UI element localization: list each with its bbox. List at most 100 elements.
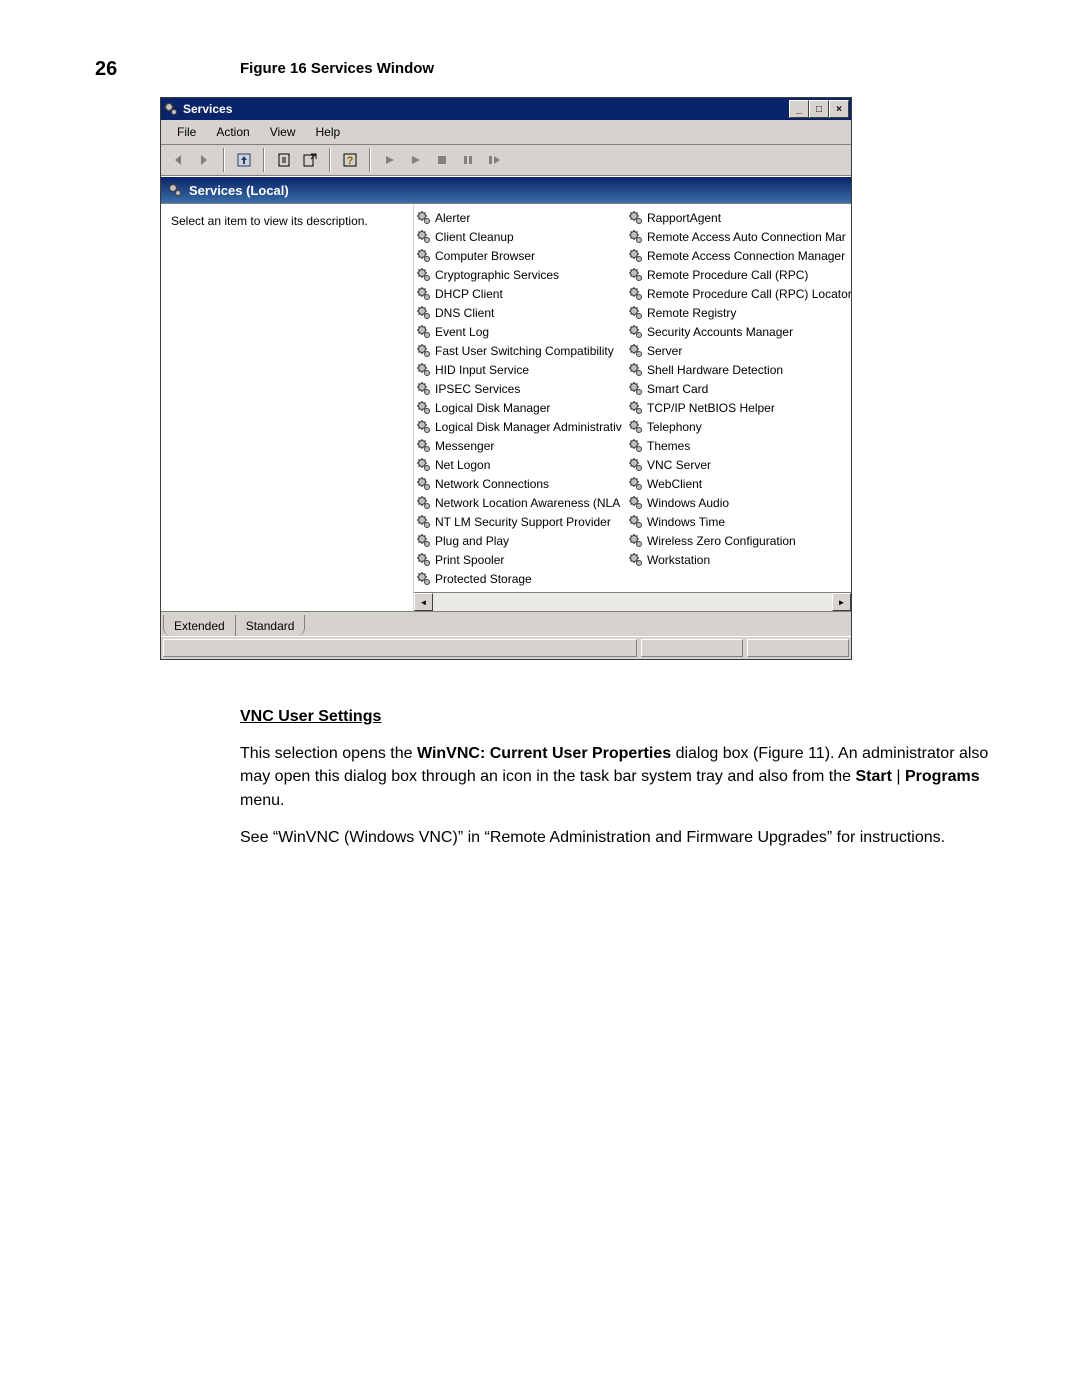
service-item[interactable]: Themes (628, 436, 838, 455)
help-icon[interactable]: ? (339, 149, 361, 171)
service-name: Logical Disk Manager Administrativ (435, 420, 622, 434)
service-name: IPSEC Services (435, 382, 520, 396)
description-pane: Select an item to view its description. (161, 204, 414, 611)
service-item[interactable]: WebClient (628, 474, 838, 493)
service-item[interactable]: Computer Browser (416, 246, 626, 265)
service-item[interactable]: RapportAgent (628, 208, 838, 227)
service-name: Remote Procedure Call (RPC) (647, 268, 808, 282)
pause-icon[interactable] (457, 149, 479, 171)
minimize-button[interactable]: _ (789, 100, 809, 118)
service-icon (628, 438, 644, 454)
tab-extended[interactable]: Extended (163, 615, 236, 636)
service-item[interactable]: Remote Access Auto Connection Mar (628, 227, 838, 246)
service-item[interactable]: VNC Server (628, 455, 838, 474)
play2-icon[interactable] (405, 149, 427, 171)
service-icon (628, 305, 644, 321)
maximize-button[interactable]: □ (809, 100, 829, 118)
service-item[interactable]: Smart Card (628, 379, 838, 398)
service-icon (416, 400, 432, 416)
close-button[interactable]: × (829, 100, 849, 118)
service-item[interactable]: Network Location Awareness (NLA (416, 493, 626, 512)
back-icon[interactable] (167, 149, 189, 171)
service-icon (416, 248, 432, 264)
service-item[interactable]: Logical Disk Manager (416, 398, 626, 417)
service-icon (416, 267, 432, 283)
forward-icon[interactable] (193, 149, 215, 171)
export-icon[interactable] (299, 149, 321, 171)
service-name: Event Log (435, 325, 489, 339)
service-item[interactable]: Remote Registry (628, 303, 838, 322)
service-item[interactable]: IPSEC Services (416, 379, 626, 398)
service-name: Workstation (647, 553, 710, 567)
service-item[interactable]: Plug and Play (416, 531, 626, 550)
service-name: Remote Registry (647, 306, 736, 320)
service-icon (416, 495, 432, 511)
scroll-left-icon[interactable]: ◄ (414, 593, 433, 611)
service-name: RapportAgent (647, 211, 721, 225)
service-item[interactable]: Net Logon (416, 455, 626, 474)
stop-icon[interactable] (431, 149, 453, 171)
service-icon (628, 476, 644, 492)
horizontal-scrollbar[interactable]: ◄ ► (414, 592, 851, 611)
service-icon (628, 514, 644, 530)
refresh-icon[interactable] (273, 149, 295, 171)
service-icon (416, 476, 432, 492)
service-icon (416, 457, 432, 473)
menu-help[interactable]: Help (306, 125, 351, 139)
service-item[interactable]: Remote Procedure Call (RPC) Locator (628, 284, 838, 303)
titlebar[interactable]: Services _ □ × (161, 98, 851, 120)
statusbar (161, 636, 851, 659)
service-item[interactable]: NT LM Security Support Provider (416, 512, 626, 531)
service-name: Remote Access Auto Connection Mar (647, 230, 846, 244)
service-icon (628, 457, 644, 473)
service-item[interactable]: Shell Hardware Detection (628, 360, 838, 379)
service-item[interactable]: Remote Access Connection Manager (628, 246, 838, 265)
service-icon (416, 343, 432, 359)
app-icon (163, 101, 179, 117)
service-item[interactable]: Remote Procedure Call (RPC) (628, 265, 838, 284)
menu-action[interactable]: Action (206, 125, 259, 139)
service-item[interactable]: Cryptographic Services (416, 265, 626, 284)
service-item[interactable]: Logical Disk Manager Administrativ (416, 417, 626, 436)
service-item[interactable]: Network Connections (416, 474, 626, 493)
service-name: Shell Hardware Detection (647, 363, 783, 377)
play-icon[interactable] (379, 149, 401, 171)
service-item[interactable]: TCP/IP NetBIOS Helper (628, 398, 838, 417)
service-item[interactable]: Client Cleanup (416, 227, 626, 246)
service-item[interactable]: DHCP Client (416, 284, 626, 303)
scroll-track[interactable] (433, 593, 832, 611)
service-item[interactable]: DNS Client (416, 303, 626, 322)
service-icon (416, 381, 432, 397)
service-item[interactable]: Fast User Switching Compatibility (416, 341, 626, 360)
service-item[interactable]: Windows Audio (628, 493, 838, 512)
service-item[interactable]: Wireless Zero Configuration (628, 531, 838, 550)
menu-view[interactable]: View (260, 125, 306, 139)
section-heading: VNC User Settings (240, 705, 992, 728)
up-icon[interactable] (233, 149, 255, 171)
service-item[interactable]: Messenger (416, 436, 626, 455)
service-item[interactable]: Workstation (628, 550, 838, 569)
menubar: File Action View Help (161, 120, 851, 145)
service-icon (628, 533, 644, 549)
service-item[interactable]: Protected Storage (416, 569, 626, 588)
service-item[interactable]: Event Log (416, 322, 626, 341)
service-item[interactable]: Windows Time (628, 512, 838, 531)
service-item[interactable]: Alerter (416, 208, 626, 227)
service-item[interactable]: Telephony (628, 417, 838, 436)
service-icon (416, 552, 432, 568)
service-item[interactable]: Security Accounts Manager (628, 322, 838, 341)
service-icon (628, 400, 644, 416)
service-item[interactable]: Print Spooler (416, 550, 626, 569)
restart-icon[interactable] (483, 149, 505, 171)
service-name: DNS Client (435, 306, 494, 320)
scroll-right-icon[interactable]: ► (832, 593, 851, 611)
service-item[interactable]: HID Input Service (416, 360, 626, 379)
section-paragraph-1: This selection opens the WinVNC: Current… (240, 742, 992, 812)
service-item[interactable]: Server (628, 341, 838, 360)
service-icon (416, 362, 432, 378)
service-icon (416, 438, 432, 454)
service-name: Computer Browser (435, 249, 535, 263)
tab-standard[interactable]: Standard (235, 615, 306, 636)
services-list[interactable]: AlerterClient Cleanup Computer Browser Cry… (414, 204, 851, 611)
menu-file[interactable]: File (167, 125, 206, 139)
